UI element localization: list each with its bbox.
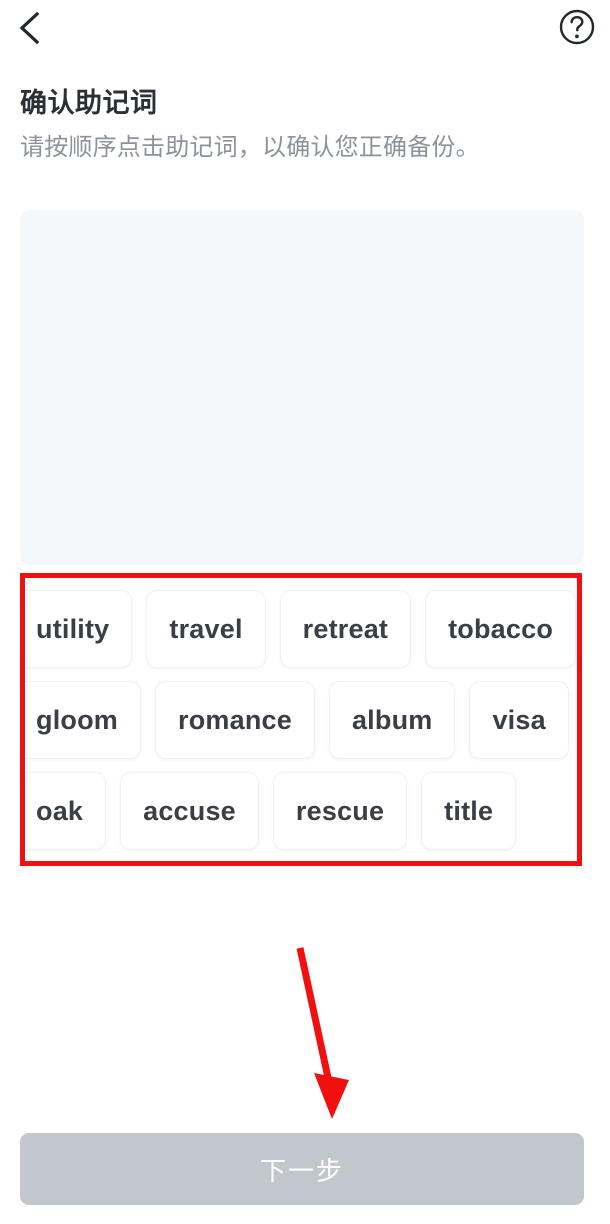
word-chip-title[interactable]: title [421, 772, 517, 850]
word-chip-utility[interactable]: utility [25, 590, 133, 668]
word-bank-row: oak accuse rescue title [25, 772, 577, 850]
word-bank-row: gloom romance album visa [25, 681, 577, 759]
word-chip-visa[interactable]: visa [469, 681, 569, 759]
word-chip-accuse[interactable]: accuse [120, 772, 259, 850]
word-chip-oak[interactable]: oak [25, 772, 107, 850]
page-subtitle: 请按顺序点击助记词，以确认您正确备份。 [20, 134, 480, 161]
selected-words-list [20, 210, 584, 238]
page-title: 确认助记词 [20, 88, 158, 118]
next-button[interactable]: 下一步 [20, 1133, 584, 1205]
word-chip-gloom[interactable]: gloom [25, 681, 141, 759]
word-bank-rows: utility travel retreat tobacco gloom rom… [25, 590, 577, 861]
word-chip-album[interactable]: album [328, 681, 456, 759]
word-chip-travel[interactable]: travel [146, 590, 266, 668]
word-chip-retreat[interactable]: retreat [279, 590, 412, 668]
word-chip-tobacco[interactable]: tobacco [425, 590, 577, 668]
selected-words-panel[interactable] [20, 210, 584, 565]
word-bank-row: utility travel retreat tobacco [25, 590, 577, 668]
back-button[interactable] [4, 4, 56, 52]
chevron-left-icon [17, 11, 43, 45]
question-mark-circle-icon [558, 8, 596, 46]
next-button-label: 下一步 [259, 1155, 344, 1186]
word-bank-highlight-box: utility travel retreat tobacco gloom rom… [20, 573, 582, 866]
help-button[interactable] [554, 4, 600, 50]
word-chip-romance[interactable]: romance [155, 681, 315, 759]
word-chip-rescue[interactable]: rescue [272, 772, 408, 850]
top-bar [0, 0, 610, 56]
